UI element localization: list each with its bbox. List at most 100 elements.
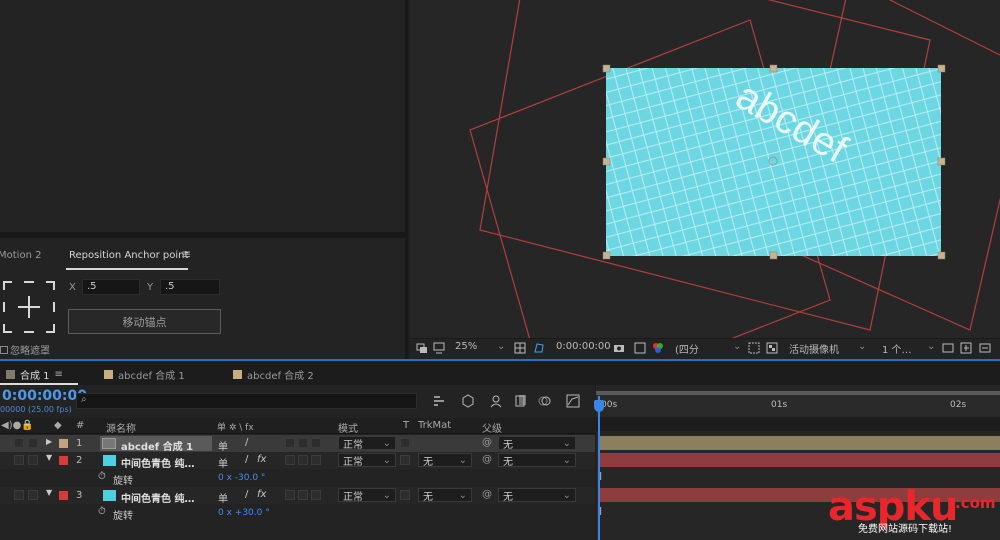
preserve-transparency-box[interactable] bbox=[400, 455, 410, 465]
layer-name[interactable]: 中间色青色 纯… bbox=[121, 455, 194, 470]
ignore-mask-checkbox[interactable] bbox=[0, 345, 8, 354]
composition-viewer[interactable]: abcdef bbox=[410, 0, 1000, 338]
rotation-value[interactable]: 0 x +30.0 ° bbox=[218, 508, 270, 518]
property-row-rotation[interactable] bbox=[0, 470, 595, 487]
switch-box[interactable] bbox=[311, 438, 321, 448]
y-input[interactable]: .5 bbox=[160, 279, 220, 295]
effects-fx-icon[interactable]: fx bbox=[257, 454, 266, 465]
collapse-switch-icon[interactable]: 单 bbox=[218, 455, 228, 470]
trkmat-dropdown[interactable]: 无 ⌄ bbox=[418, 488, 472, 503]
views-dropdown[interactable]: 1 个… bbox=[882, 341, 912, 356]
video-switch[interactable] bbox=[14, 455, 24, 465]
mask-visibility-icon[interactable] bbox=[533, 342, 545, 354]
tab-motion-2[interactable]: Motion 2 bbox=[0, 250, 41, 261]
twirl-collapsed-icon[interactable]: ▶ bbox=[46, 437, 52, 446]
current-time-display[interactable]: 0:00:00:00 bbox=[2, 388, 87, 404]
camera-chevron-icon[interactable]: ⌄ bbox=[858, 341, 866, 352]
transparency-grid-icon[interactable] bbox=[766, 342, 778, 354]
zoom-level[interactable]: 25% bbox=[455, 341, 477, 352]
show-snapshot-icon[interactable] bbox=[634, 342, 646, 354]
switch-box[interactable] bbox=[298, 455, 308, 465]
property-row-rotation[interactable] bbox=[0, 505, 595, 522]
timeline-tab-abcdef-comp-2[interactable]: abcdef 合成 2 bbox=[233, 367, 314, 382]
safe-margins-icon[interactable] bbox=[514, 342, 526, 354]
switch-box[interactable] bbox=[285, 438, 295, 448]
solo-switch[interactable] bbox=[28, 438, 38, 448]
trkmat-dropdown[interactable]: 无 ⌄ bbox=[418, 453, 472, 468]
resolution-chevron-icon[interactable]: ⌄ bbox=[733, 341, 741, 352]
solo-switch[interactable] bbox=[28, 490, 38, 500]
pick-whip-icon[interactable]: @ bbox=[482, 454, 492, 465]
current-time-indicator[interactable] bbox=[598, 396, 600, 540]
color-channels-icon[interactable] bbox=[652, 342, 664, 354]
timeline-tab-comp-1[interactable]: 合成 1 ≡ bbox=[6, 367, 63, 382]
collapse-switch-icon[interactable]: 单 bbox=[218, 438, 228, 453]
twirl-expanded-icon[interactable]: ▼ bbox=[46, 488, 52, 497]
anchor-grid-icon[interactable] bbox=[2, 280, 56, 334]
pick-whip-icon[interactable]: @ bbox=[482, 489, 492, 500]
video-switch[interactable] bbox=[14, 490, 24, 500]
snapshot-camera-icon[interactable] bbox=[613, 342, 625, 354]
solo-switch[interactable] bbox=[28, 455, 38, 465]
ignore-mask-option[interactable]: 忽略遮罩 bbox=[0, 342, 50, 357]
switch-box[interactable] bbox=[285, 455, 295, 465]
switch-box[interactable] bbox=[298, 438, 308, 448]
region-of-interest-icon[interactable] bbox=[748, 342, 760, 354]
timeline-tab-abcdef-comp-1[interactable]: abcdef 合成 1 bbox=[104, 367, 185, 382]
parent-dropdown[interactable]: 无 ⌄ bbox=[498, 436, 576, 451]
tab-menu-icon[interactable]: ≡ bbox=[55, 369, 63, 380]
column-source-name[interactable]: 源名称 bbox=[106, 420, 136, 435]
switch-box[interactable] bbox=[285, 490, 295, 500]
rotation-value[interactable]: 0 x -30.0 ° bbox=[218, 473, 265, 483]
switch-box[interactable] bbox=[298, 490, 308, 500]
layer-search-input[interactable]: ⌕ bbox=[76, 393, 417, 409]
current-timecode[interactable]: 0:00:00:00 bbox=[556, 341, 611, 352]
quality-switch-icon[interactable]: / bbox=[245, 454, 248, 465]
motion-blur-icon[interactable] bbox=[537, 393, 553, 409]
pick-whip-icon[interactable]: @ bbox=[482, 437, 492, 448]
camera-dropdown[interactable]: 活动摄像机 bbox=[789, 341, 839, 356]
panel-menu-icon[interactable]: ≡ bbox=[181, 247, 191, 261]
layer-duration-bar[interactable] bbox=[600, 453, 1000, 467]
switch-box[interactable] bbox=[311, 455, 321, 465]
monitor-icon[interactable] bbox=[433, 342, 445, 354]
preserve-transparency-box[interactable] bbox=[400, 438, 410, 448]
toggle-pixel-aspect-icon[interactable] bbox=[942, 342, 954, 354]
mode-dropdown[interactable]: 正常 ⌄ bbox=[338, 488, 396, 503]
mode-dropdown[interactable]: 正常 ⌄ bbox=[338, 453, 396, 468]
layer-label-color[interactable] bbox=[59, 439, 68, 448]
always-preview-icon[interactable] bbox=[416, 342, 428, 354]
layer-duration-bar[interactable] bbox=[600, 436, 1000, 450]
switch-box[interactable] bbox=[311, 490, 321, 500]
views-chevron-icon[interactable]: ⌄ bbox=[927, 341, 935, 352]
preserve-transparency-box[interactable] bbox=[400, 490, 410, 500]
composition-mini-flowchart-icon[interactable] bbox=[432, 393, 448, 409]
shy-layers-icon[interactable] bbox=[488, 393, 504, 409]
layer-name[interactable]: abcdef 合成 1 bbox=[121, 438, 193, 453]
zoom-dropdown-chevron-icon[interactable]: ⌄ bbox=[497, 341, 505, 352]
collapse-switch-icon[interactable]: 单 bbox=[218, 490, 228, 505]
resolution-dropdown[interactable]: (四分 bbox=[675, 341, 699, 356]
parent-dropdown[interactable]: 无 ⌄ bbox=[498, 453, 576, 468]
graph-editor-icon[interactable] bbox=[565, 393, 581, 409]
parent-dropdown[interactable]: 无 ⌄ bbox=[498, 488, 576, 503]
quality-switch-icon[interactable]: / bbox=[245, 437, 248, 448]
move-anchor-button[interactable]: 移动锚点 bbox=[68, 309, 221, 334]
fast-preview-icon[interactable] bbox=[960, 342, 972, 354]
video-switch[interactable] bbox=[14, 438, 24, 448]
layer-label-color[interactable] bbox=[59, 491, 68, 500]
layer-label-color[interactable] bbox=[59, 456, 68, 465]
tab-reposition-anchor-point[interactable]: Reposition Anchor point bbox=[69, 250, 188, 261]
playhead-handle[interactable] bbox=[594, 400, 604, 412]
mode-dropdown[interactable]: 正常 ⌄ bbox=[338, 436, 396, 451]
layer-name[interactable]: 中间色青色 纯… bbox=[121, 490, 194, 505]
timeline-icon[interactable] bbox=[979, 342, 991, 354]
time-ruler[interactable] bbox=[596, 395, 1000, 417]
effects-fx-icon[interactable]: fx bbox=[257, 489, 266, 500]
twirl-expanded-icon[interactable]: ▼ bbox=[46, 453, 52, 462]
x-input[interactable]: .5 bbox=[82, 279, 140, 295]
draft-3d-icon[interactable] bbox=[460, 393, 476, 409]
frame-blending-icon[interactable] bbox=[513, 393, 529, 409]
stopwatch-icon[interactable]: ⏱ bbox=[98, 506, 106, 517]
stopwatch-icon[interactable]: ⏱ bbox=[98, 471, 106, 482]
